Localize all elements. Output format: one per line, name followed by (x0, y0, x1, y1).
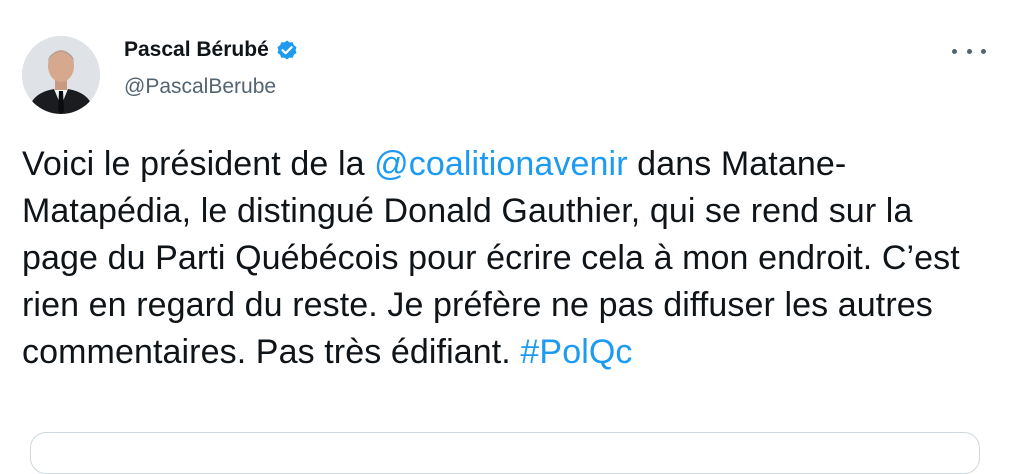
author-handle[interactable]: @PascalBerube (124, 75, 276, 99)
more-horizontal-icon (966, 48, 972, 54)
more-horizontal-icon (981, 48, 986, 54)
more-horizontal-icon (952, 48, 957, 54)
profile-photo-icon (22, 36, 100, 114)
tweet-text-segment: Voici le président de la (22, 145, 375, 183)
more-options-button[interactable] (952, 44, 986, 58)
verified-badge-icon (275, 38, 299, 62)
author-display-name[interactable]: Pascal Bérubé (124, 38, 299, 62)
tweet-card: Pascal Bérubé @PascalBerube Voici le pré… (0, 0, 1022, 474)
embedded-media-card[interactable] (30, 432, 980, 474)
hashtag-link[interactable]: #PolQc (520, 333, 632, 371)
tweet-text: Voici le président de la @coalitionaveni… (22, 141, 997, 376)
avatar[interactable] (22, 36, 100, 114)
author-name-text[interactable]: Pascal Bérubé (124, 38, 269, 62)
mention-link[interactable]: @coalitionavenir (374, 145, 627, 183)
